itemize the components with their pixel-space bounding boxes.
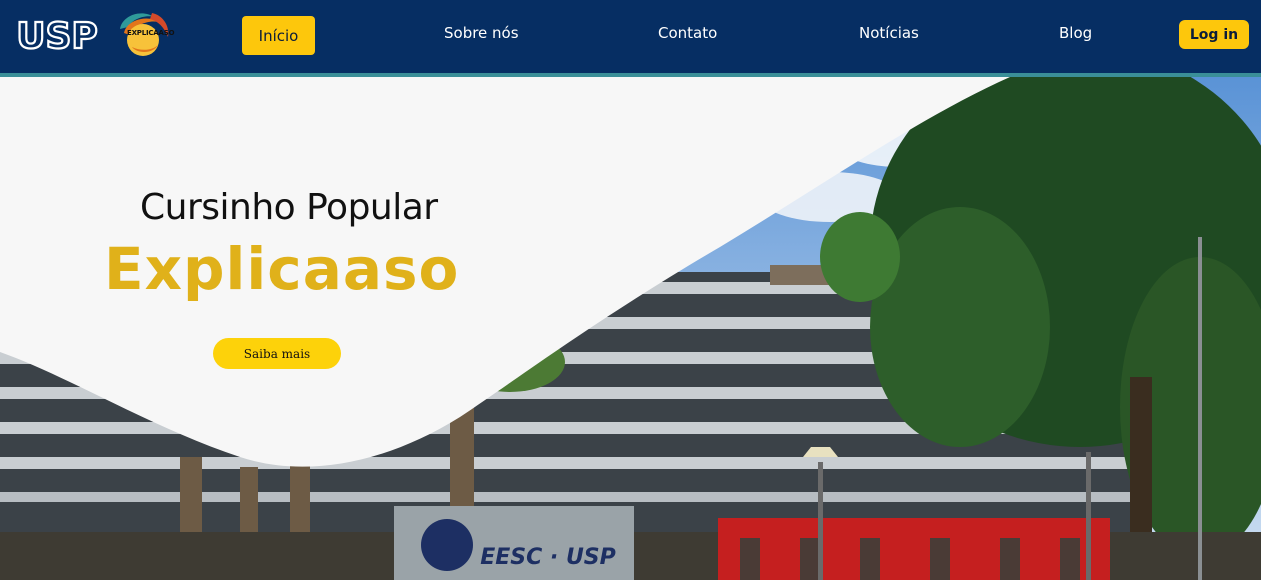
eesc-usp-sign: EESC · USP	[480, 545, 616, 570]
hero-title: Explicaaso	[104, 235, 460, 303]
nav-home-button[interactable]: Início	[242, 16, 315, 55]
nav-link-contact[interactable]: Contato	[658, 24, 717, 42]
usp-logo-text: USP	[16, 16, 98, 54]
login-button[interactable]: Log in	[1179, 20, 1249, 49]
saiba-mais-button[interactable]: Saiba mais	[213, 338, 341, 369]
usp-logo[interactable]: USP	[14, 14, 100, 54]
nav-link-news[interactable]: Notícias	[859, 24, 919, 42]
hero-photo-illustration: EESC · USP	[0, 77, 1261, 580]
hero-subtitle: Cursinho Popular	[140, 187, 438, 228]
nav-link-blog[interactable]: Blog	[1059, 24, 1092, 42]
hero-section: EESC · USP Cursinho Popular Explicaaso S…	[0, 77, 1261, 580]
explicaaso-logo[interactable]: EXPLICAASO	[112, 7, 175, 57]
top-navbar: USP EXPLICAASO Início Sobre nós Contato …	[0, 0, 1261, 73]
nav-link-about[interactable]: Sobre nós	[444, 24, 519, 42]
explicaaso-logo-text: EXPLICAASO	[127, 29, 175, 37]
